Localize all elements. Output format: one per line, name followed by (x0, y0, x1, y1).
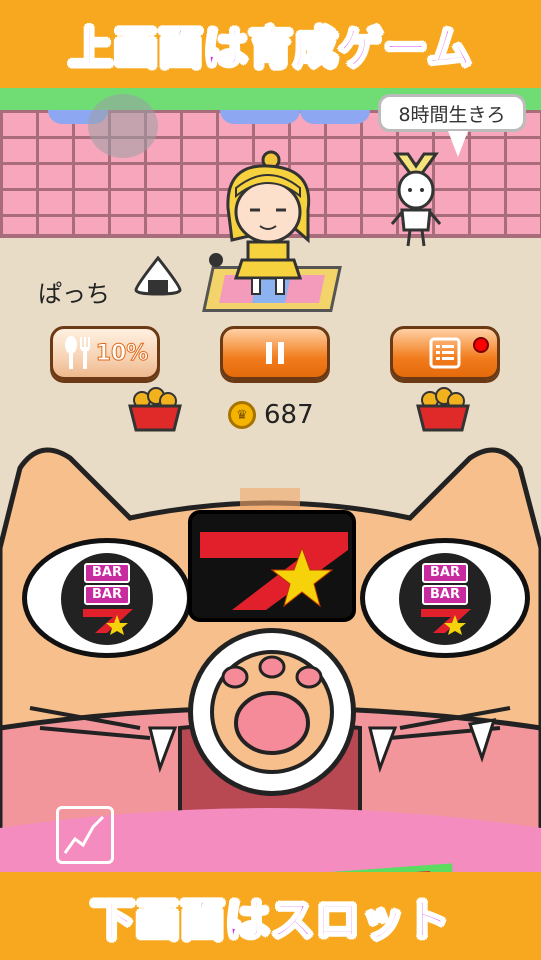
seven-star-icon (83, 609, 133, 635)
spin-paw-button[interactable] (188, 628, 356, 796)
graph-button[interactable] (56, 806, 114, 864)
pet-character[interactable] (196, 148, 326, 298)
pause-icon (266, 342, 284, 364)
speech-bubble: 8時間生きろ (378, 94, 526, 132)
reel-symbol-bar: BAR (422, 585, 468, 605)
bottom-banner: 下画面はスロット (0, 872, 541, 960)
top-banner: 上画面は育成ゲーム (0, 0, 541, 88)
speech-text: 8時間生きろ (398, 103, 506, 126)
ghost-icon (88, 94, 158, 158)
cat-slot-machine: BAR BAR BAR BAR (0, 428, 541, 872)
top-banner-text: 上画面は育成ゲーム (68, 22, 473, 75)
character-name: ぱっち (38, 280, 110, 308)
fork-knife-icon (64, 336, 90, 369)
list-icon (429, 337, 461, 369)
right-reel: BAR BAR (360, 538, 530, 658)
graph-icon (63, 815, 105, 854)
notification-dot (473, 337, 489, 353)
coin-icon: ♛ (228, 401, 256, 429)
coin-value: 687 (264, 400, 314, 430)
onigiri-icon (134, 256, 182, 296)
food-basket-icon (128, 387, 182, 432)
menu-button[interactable] (390, 326, 500, 380)
pause-button[interactable] (220, 326, 330, 380)
wall-window (300, 110, 370, 124)
reel-symbol-bar: BAR (422, 563, 468, 583)
food-percent: 10% (95, 340, 149, 366)
seven-star-icon (421, 609, 471, 635)
food-basket-icon (416, 387, 470, 432)
bottom-banner-text: 下画面はスロット (90, 894, 451, 947)
center-reel (188, 510, 356, 622)
wall-window (220, 110, 300, 124)
reel-symbol-bar: BAR (84, 563, 130, 583)
speech-tail (448, 131, 468, 157)
reel-symbol-bar: BAR (84, 585, 130, 605)
feed-button[interactable]: 10% (50, 326, 160, 380)
y-character (390, 152, 442, 247)
game-area: 8時間生きろ ぱっち 10% ♛ 687 BAR BAR BAR BAR (0, 88, 541, 872)
coin-counter: ♛ 687 (228, 400, 314, 430)
seven-star-icon (200, 532, 348, 610)
left-reel: BAR BAR (22, 538, 192, 658)
paw-icon (210, 650, 334, 774)
